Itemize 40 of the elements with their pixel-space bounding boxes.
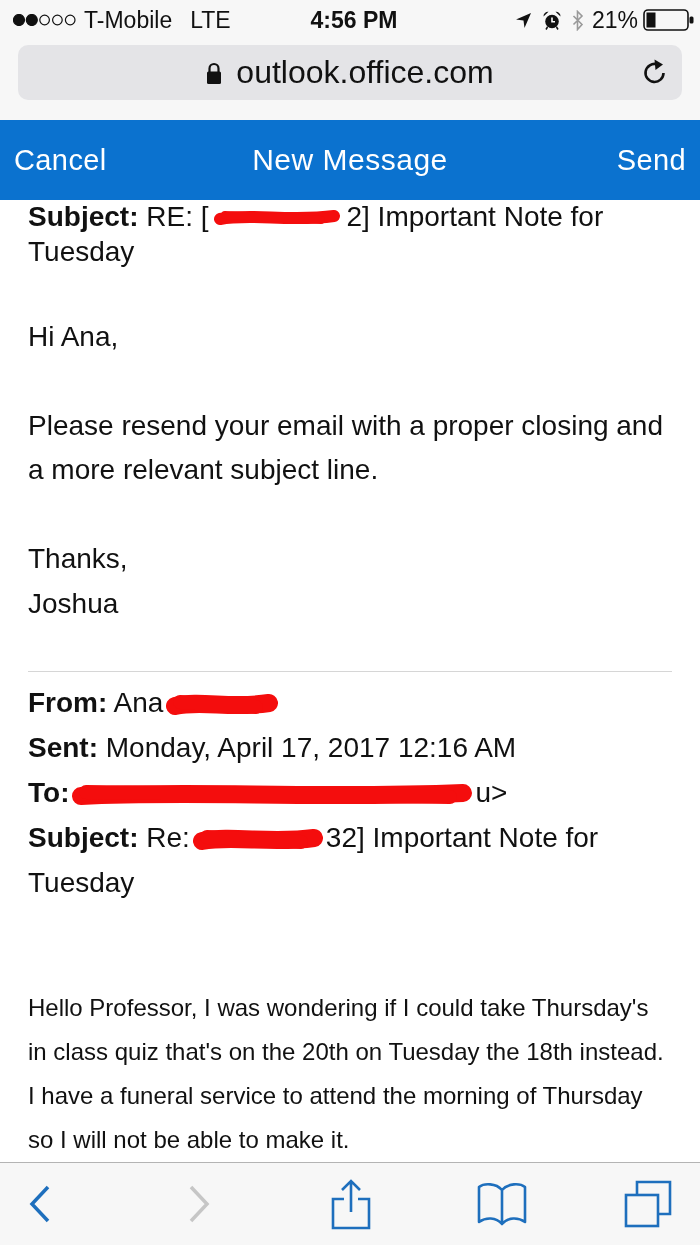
message-text: Joshua xyxy=(28,586,120,621)
signal-strength-icon xyxy=(13,14,77,26)
url-text: outlook.office.com xyxy=(236,54,494,91)
status-time: 4:56 PM xyxy=(310,6,398,34)
message-text: Please resend your email with a proper closing and a more relevant subject line. xyxy=(28,408,665,487)
network-type: LTE xyxy=(190,6,231,34)
quoted-header-text: Tuesday xyxy=(28,866,135,901)
carrier-name: T-Mobile xyxy=(84,6,173,34)
chevron-right-icon xyxy=(188,1185,210,1223)
tabs-icon xyxy=(624,1180,672,1228)
quoted-header-text: Subject: Re: xyxy=(28,821,190,856)
bluetooth-icon xyxy=(571,9,584,31)
chevron-left-icon xyxy=(29,1185,51,1223)
location-arrow-icon xyxy=(515,12,531,28)
message-text: Subject: RE: [ xyxy=(28,202,209,232)
message-text: Hi Ana, xyxy=(28,319,120,354)
cancel-button[interactable]: Cancel xyxy=(14,143,107,177)
share-icon xyxy=(331,1178,371,1230)
tabs-button[interactable] xyxy=(624,1180,672,1228)
battery-icon xyxy=(643,9,695,31)
battery-percent: 21% xyxy=(591,6,638,34)
quoted-header-text: To: xyxy=(28,776,70,811)
back-button[interactable] xyxy=(29,1185,51,1223)
send-button[interactable]: Send xyxy=(616,143,686,177)
lock-icon xyxy=(206,61,223,84)
share-button[interactable] xyxy=(331,1178,371,1230)
message-text: Tuesday xyxy=(28,235,136,269)
quoted-header-text: From: Ana xyxy=(28,686,164,721)
address-field[interactable]: outlook.office.com xyxy=(18,45,682,100)
quoted-header-text: 32] Important Note for xyxy=(325,821,599,856)
message-text: 2] Important Note for xyxy=(346,202,604,232)
quoted-header-text: Sent: Monday, April 17, 2017 12:16 AM xyxy=(28,731,517,766)
quoted-message-text: Hello Professor, I was wondering if I could take Thursday's in class quiz that's on the 20th on Tuesday the 18th instead. I have a funeral service to attend the morning of Thursday so I will not be able to make it. xyxy=(28,993,665,1155)
alarm-clock-icon xyxy=(542,10,561,30)
bookmarks-button[interactable] xyxy=(477,1181,527,1227)
book-icon xyxy=(477,1181,527,1227)
message-text: Thanks, xyxy=(28,542,129,576)
reload-icon[interactable] xyxy=(642,59,668,86)
quoted-header-text: u> xyxy=(475,776,508,811)
header-title: New Message xyxy=(252,143,448,177)
